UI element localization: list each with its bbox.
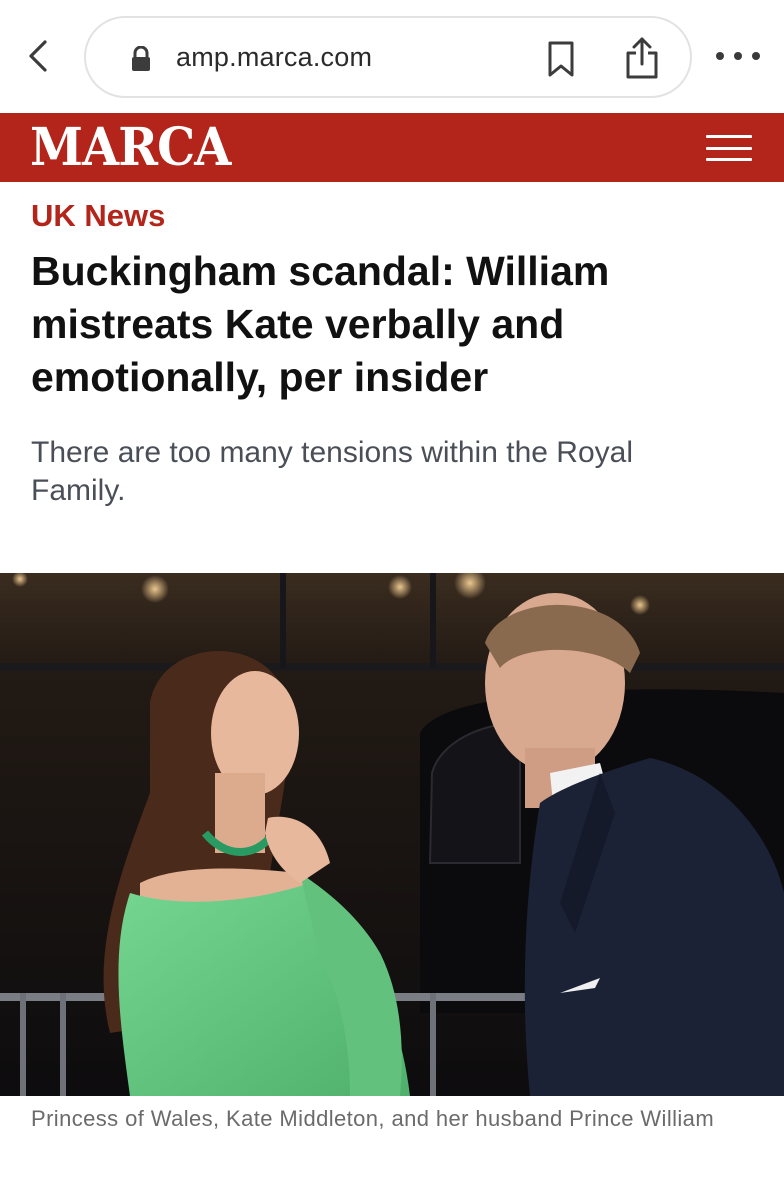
more-options-button[interactable] <box>716 40 760 72</box>
menu-line <box>706 158 752 161</box>
lock-icon <box>132 46 150 71</box>
article-headline: Buckingham scandal: William mistreats Ka… <box>31 248 610 400</box>
browser-toolbar: amp.marca.com <box>0 0 784 113</box>
bookmark-icon[interactable] <box>546 40 576 78</box>
share-icon[interactable] <box>624 36 660 80</box>
more-horizontal-icon <box>716 52 724 60</box>
menu-line <box>706 135 752 138</box>
chevron-left-icon <box>29 40 47 72</box>
more-dot <box>734 52 742 60</box>
more-dot <box>752 52 760 60</box>
menu-line <box>706 146 752 150</box>
site-header: MARCA <box>0 113 784 182</box>
article-photo <box>0 573 784 1096</box>
hamburger-menu-icon[interactable] <box>706 135 752 161</box>
photo-caption: Princess of Wales, Kate Middleton, and h… <box>31 1106 715 1131</box>
url-text: amp.marca.com <box>176 42 373 72</box>
article-subtitle: There are too many tensions within the R… <box>31 436 633 507</box>
address-bar[interactable]: amp.marca.com <box>84 16 692 98</box>
photo-illustration <box>0 573 784 1096</box>
site-logo[interactable]: MARCA <box>30 119 231 177</box>
section-link[interactable]: UK News <box>31 198 165 234</box>
back-button[interactable] <box>18 36 58 76</box>
